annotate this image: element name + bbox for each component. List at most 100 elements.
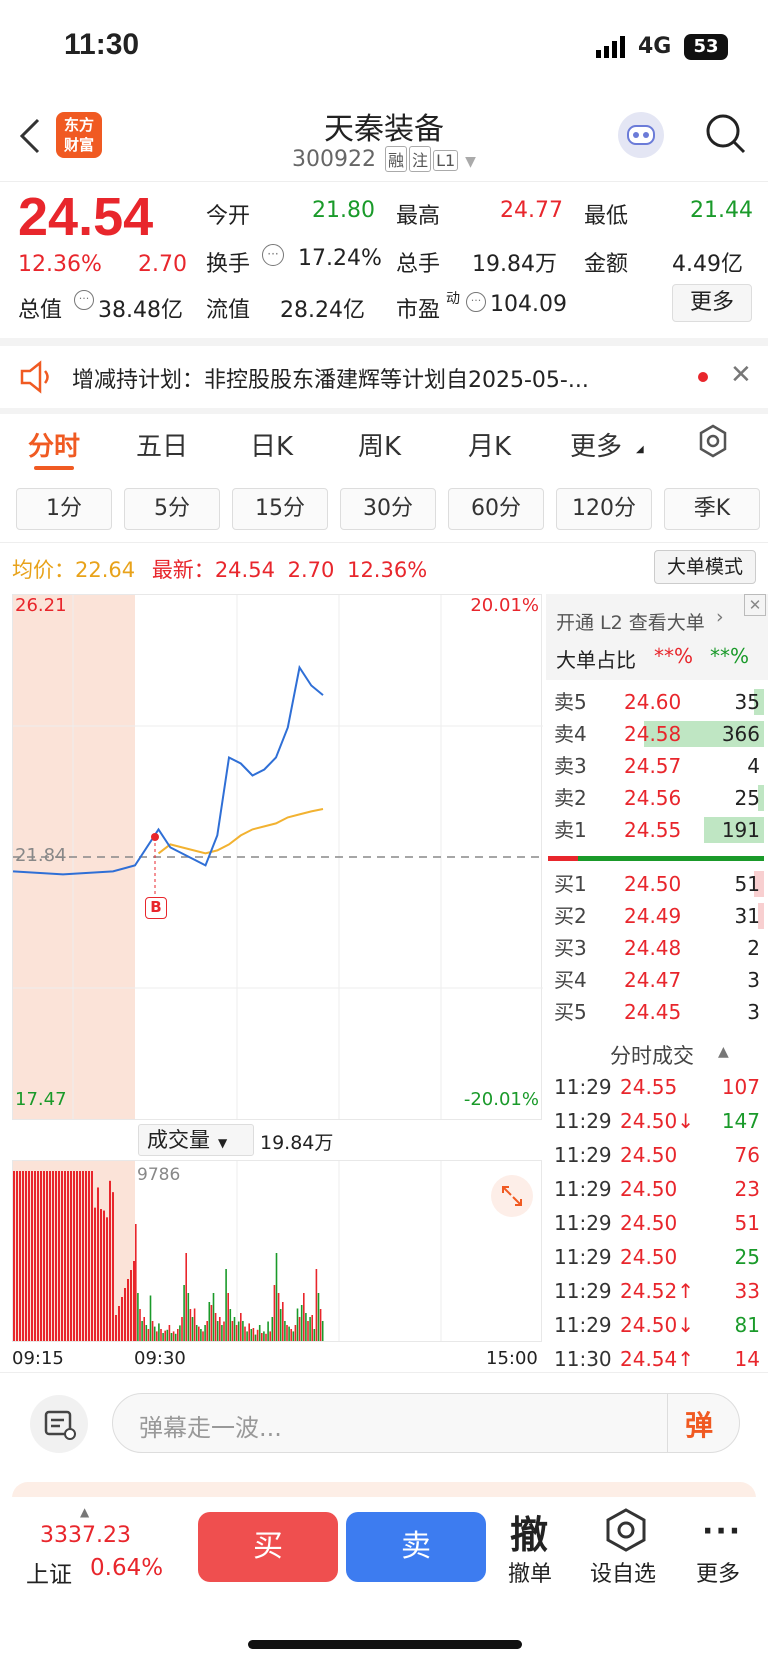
tab-five-day[interactable]: 五日	[136, 426, 188, 463]
tab-more[interactable]: 更多	[570, 426, 622, 463]
cancel-order-icon[interactable]: 撤	[510, 1504, 548, 1559]
danmaku-settings-icon[interactable]	[30, 1395, 88, 1453]
add-watchlist-icon[interactable]	[604, 1508, 648, 1556]
volume-bar	[272, 1317, 274, 1341]
tab-daily-k[interactable]: 日K	[250, 426, 293, 463]
volume-label: 总手	[396, 246, 440, 278]
volume-bar	[314, 1329, 316, 1341]
robot-assistant-icon[interactable]	[618, 112, 664, 158]
search-icon[interactable]	[704, 112, 748, 160]
level-label: 买3	[554, 932, 587, 964]
cancel-order-label[interactable]: 撤单	[508, 1556, 552, 1588]
volume-bar	[198, 1327, 200, 1341]
volume-bar	[217, 1321, 219, 1341]
sell-button[interactable]: 卖	[346, 1512, 486, 1582]
minute-120[interactable]: 120分	[556, 488, 652, 530]
dropdown-icon: ◢	[636, 444, 644, 455]
volume-value: 19.84万	[472, 246, 557, 278]
volume-bar	[322, 1321, 324, 1341]
volume-bar	[251, 1329, 253, 1341]
l2-promo-panel[interactable]: 开通 L2 查看大单 › ✕ 大单占比 **% **%	[546, 594, 768, 680]
gear-icon[interactable]	[696, 424, 730, 462]
volume-bar	[31, 1171, 33, 1341]
level-volume: 3	[747, 996, 760, 1028]
volume-bar	[183, 1285, 185, 1341]
volume-bar	[94, 1208, 96, 1341]
volume-bar	[248, 1323, 250, 1341]
price-line	[13, 668, 323, 875]
volume-bars	[13, 1161, 543, 1341]
index-pct[interactable]: 0.64%	[90, 1555, 163, 1581]
pe-label: 市盈	[396, 292, 440, 324]
volume-bar	[276, 1253, 278, 1341]
volume-bar	[130, 1270, 132, 1341]
level-volume: 2	[747, 932, 760, 964]
network-label: 4G	[638, 34, 671, 59]
trade-time: 11:29	[554, 1104, 612, 1138]
volume-bar	[162, 1333, 164, 1341]
volume-bar	[274, 1285, 276, 1341]
volume-selector[interactable]: 成交量 ▼	[138, 1124, 254, 1156]
level-label: 卖5	[554, 686, 587, 718]
trade-volume: 147	[722, 1104, 760, 1138]
tab-intraday[interactable]: 分时	[28, 426, 80, 463]
volume-bar	[79, 1171, 81, 1341]
add-watchlist-label[interactable]: 设自选	[590, 1556, 656, 1588]
big-order-mode-button[interactable]: 大单模式	[654, 550, 756, 584]
volume-bar	[318, 1293, 320, 1341]
danmaku-send-button[interactable]: 弹	[685, 1404, 713, 1444]
index-value[interactable]: 3337.23	[40, 1523, 131, 1548]
minute-1[interactable]: 1分	[16, 488, 112, 530]
more-quote-button[interactable]: 更多	[672, 284, 752, 322]
level-price: 24.49	[624, 900, 681, 932]
quarter-k[interactable]: 季K	[664, 488, 760, 530]
order-book-row: 买4 24.47 3	[546, 964, 768, 996]
notice-bar[interactable]: 增减持计划：非控股股东潘建辉等计划自2025-05-... ✕	[0, 346, 768, 408]
volume-bar	[109, 1181, 111, 1341]
tab-weekly-k[interactable]: 周K	[358, 426, 401, 463]
level-label: 卖2	[554, 782, 587, 814]
volume-bar	[52, 1171, 54, 1341]
volume-bar	[234, 1317, 236, 1341]
buy-marker[interactable]: B	[145, 897, 167, 919]
index-name[interactable]: 上证	[26, 1555, 72, 1589]
tab-monthly-k[interactable]: 月K	[468, 426, 511, 463]
intraday-chart[interactable]: 26.21 20.01% 21.84 17.47 -20.01% B	[12, 594, 542, 1120]
level-price: 24.56	[624, 782, 681, 814]
expand-icon[interactable]	[491, 1175, 533, 1217]
volume-bar	[307, 1321, 309, 1341]
volume-bar	[316, 1269, 318, 1341]
minute-30[interactable]: 30分	[340, 488, 436, 530]
minute-60[interactable]: 60分	[448, 488, 544, 530]
volume-bar	[242, 1321, 244, 1341]
minute-5[interactable]: 5分	[124, 488, 220, 530]
info-icon[interactable]: ···	[74, 290, 94, 310]
more-dots-icon[interactable]: ···	[702, 1514, 742, 1549]
y-max-pct: 20.01%	[470, 595, 539, 616]
order-book-row: 买1 24.50 51	[546, 868, 768, 900]
level-price: 24.47	[624, 964, 681, 996]
volume-bar	[28, 1171, 30, 1341]
volume-bar	[297, 1309, 299, 1342]
collapse-icon[interactable]: ▲	[718, 1044, 729, 1060]
info-icon[interactable]: ···	[466, 292, 486, 312]
volume-bar	[181, 1317, 183, 1341]
danmaku-input[interactable]: 弹幕走一波... 弹	[112, 1393, 740, 1453]
close-icon[interactable]: ✕	[730, 360, 752, 390]
volume-bar	[303, 1293, 305, 1341]
close-icon[interactable]: ✕	[744, 594, 766, 616]
volume-bar	[200, 1329, 202, 1341]
volume-bar	[70, 1171, 72, 1341]
volume-bar	[124, 1288, 126, 1341]
minute-15[interactable]: 15分	[232, 488, 328, 530]
level-price: 24.57	[624, 750, 681, 782]
info-icon[interactable]: ···	[262, 244, 284, 266]
buy-button[interactable]: 买	[198, 1512, 338, 1582]
order-book-row: 卖2 24.56 25	[546, 782, 768, 814]
more-label[interactable]: 更多	[696, 1556, 740, 1588]
divider	[0, 338, 768, 346]
tab-underline	[34, 466, 74, 470]
trade-volume: 107	[722, 1070, 760, 1104]
level-price: 24.50	[624, 868, 681, 900]
trades-title[interactable]: 分时成交	[610, 1040, 694, 1070]
